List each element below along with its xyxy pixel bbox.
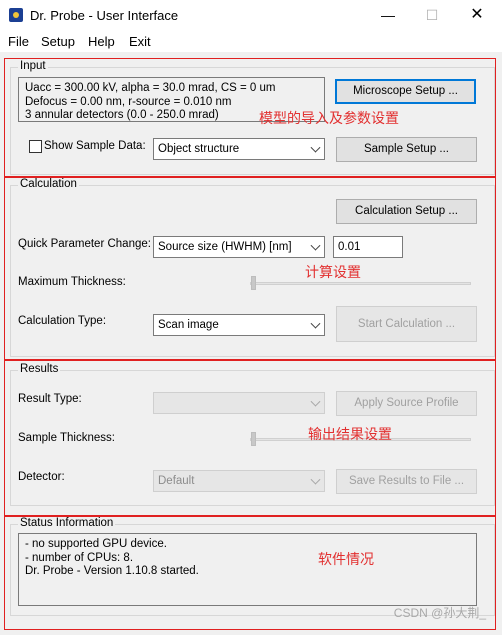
maximize-icon[interactable]: ☐ xyxy=(414,4,450,26)
calculation-highlight-box xyxy=(4,176,496,360)
menu-help[interactable]: Help xyxy=(88,34,115,49)
input-highlight-box xyxy=(4,58,496,178)
window-title: Dr. Probe - User Interface xyxy=(30,8,179,23)
menu-setup[interactable]: Setup xyxy=(41,34,75,49)
menu-exit[interactable]: Exit xyxy=(129,34,151,49)
minimize-icon[interactable]: — xyxy=(370,4,406,26)
results-highlight-box xyxy=(4,360,496,516)
close-icon[interactable]: ✕ xyxy=(459,4,495,26)
client-area: Input Uacc = 300.00 kV, alpha = 30.0 mra… xyxy=(0,52,502,635)
menu-bar: File Setup Help Exit xyxy=(0,30,502,52)
watermark: CSDN @孙大荆_ xyxy=(393,606,486,620)
menu-file[interactable]: File xyxy=(8,34,29,49)
title-bar: Dr. Probe - User Interface — ☐ ✕ xyxy=(0,0,502,30)
app-icon xyxy=(9,8,23,22)
